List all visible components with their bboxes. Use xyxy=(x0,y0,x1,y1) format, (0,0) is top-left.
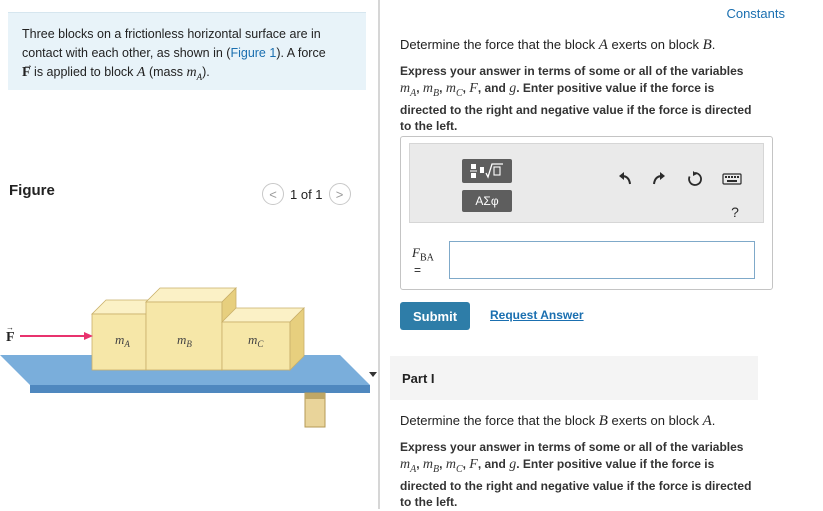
table-front xyxy=(30,385,370,393)
part-label: Part I xyxy=(402,371,435,386)
reset-icon[interactable] xyxy=(686,170,704,188)
equals-sign: = xyxy=(414,263,422,277)
force-vector-symbol: F → xyxy=(22,60,33,80)
left-panel: Three blocks on a frictionless horizonta… xyxy=(0,0,378,509)
request-answer-link[interactable]: Request Answer xyxy=(490,308,584,322)
answer-input[interactable] xyxy=(449,241,755,279)
block-symbol: B xyxy=(598,413,608,429)
greek-symbols-button[interactable]: ΑΣφ xyxy=(462,190,512,212)
answer-variable-label: FBA xyxy=(412,245,434,264)
figure-link[interactable]: Figure 1 xyxy=(230,46,276,60)
pager-count: 1 of 1 xyxy=(290,186,323,202)
block-symbol: A xyxy=(598,37,608,53)
question-1: Determine the force that the block A exe… xyxy=(400,37,716,53)
problem-text: ). A force xyxy=(276,46,326,60)
blocks-figure: mA mB mC F → xyxy=(0,287,370,428)
submit-button[interactable]: Submit xyxy=(400,302,470,330)
block-b-top xyxy=(145,287,237,303)
radical-fraction-icon xyxy=(470,163,503,179)
undo-icon[interactable] xyxy=(616,170,634,188)
help-button[interactable]: ? xyxy=(728,204,742,220)
math-toolbar: ΑΣφ ? xyxy=(409,143,764,223)
keyboard-icon[interactable] xyxy=(722,171,742,187)
problem-statement: Three blocks on a frictionless horizonta… xyxy=(8,12,366,90)
block-symbol: B xyxy=(702,37,712,53)
constants-link[interactable]: Constants xyxy=(726,6,785,21)
instructions-1: Express your answer in terms of some or … xyxy=(400,64,752,134)
force-label: F xyxy=(6,330,15,345)
template-button[interactable] xyxy=(462,159,512,183)
figure-pager: < 1 of 1 > xyxy=(262,182,351,206)
part-header[interactable] xyxy=(390,356,758,400)
problem-text: is applied to block xyxy=(34,65,134,79)
question-2: Determine the force that the block B exe… xyxy=(400,413,716,429)
block-a-symbol: A xyxy=(136,65,146,80)
collapse-caret-icon[interactable] xyxy=(369,372,377,377)
figure-title: Figure xyxy=(9,182,55,199)
problem-text: (mass xyxy=(148,65,183,79)
table-leg-shade xyxy=(305,393,325,399)
next-figure-button[interactable]: > xyxy=(328,183,351,205)
right-panel: Constants Determine the force that the b… xyxy=(369,0,823,510)
instructions-2: Express your answer in terms of some or … xyxy=(400,440,752,510)
force-vector-arrow: → xyxy=(6,323,14,332)
mass-a-symbol: mA xyxy=(186,65,203,82)
answer-box: ΑΣφ ? FBA = xyxy=(400,136,773,290)
block-symbol: A xyxy=(702,413,712,429)
prev-figure-button[interactable]: < xyxy=(262,183,284,205)
redo-icon[interactable] xyxy=(650,170,668,188)
